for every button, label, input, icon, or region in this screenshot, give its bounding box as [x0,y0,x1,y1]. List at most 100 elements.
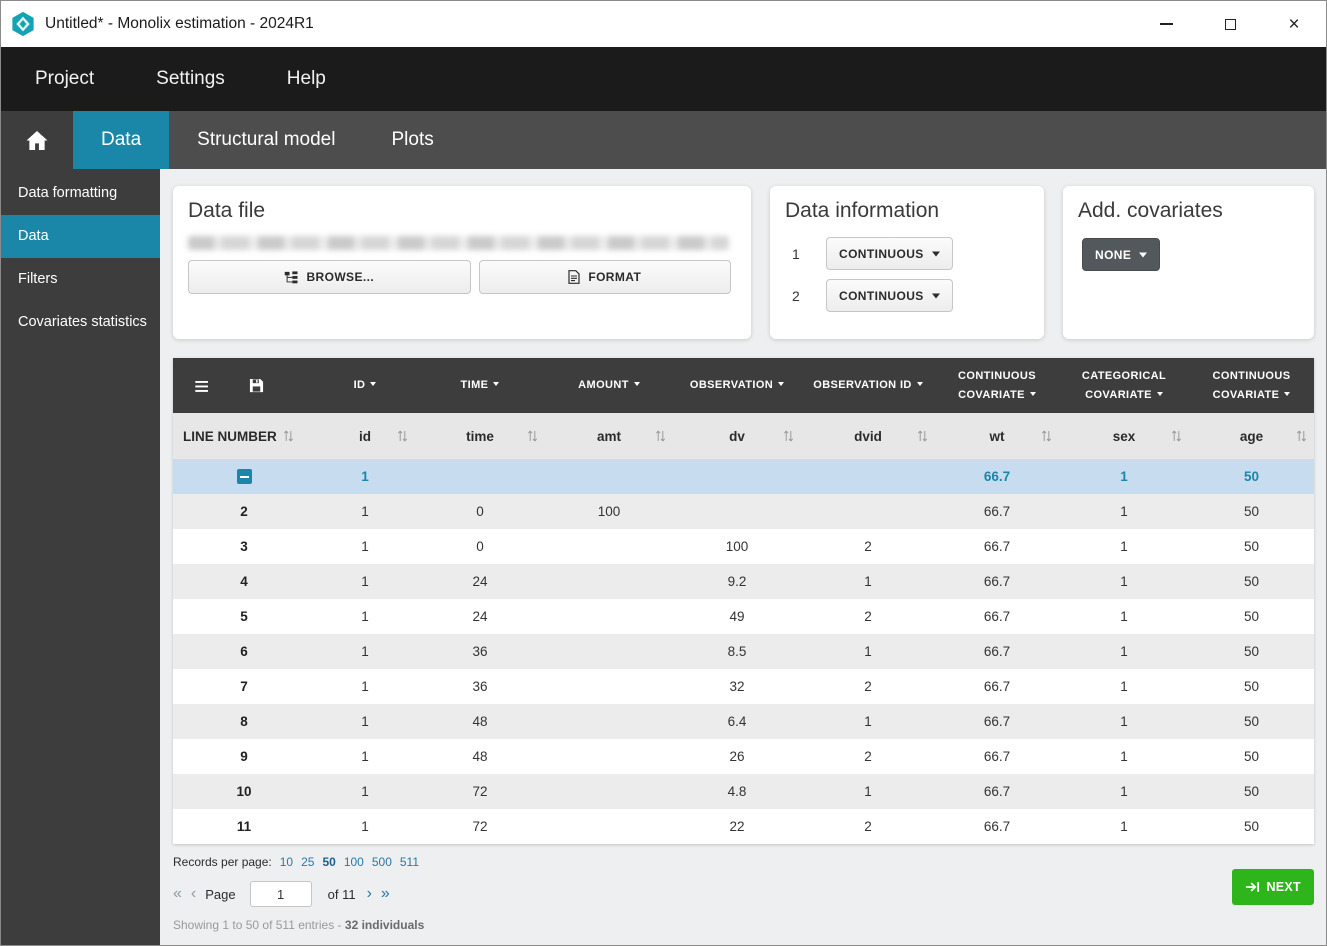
window-title: Untitled* - Monolix estimation - 2024R1 [45,15,314,32]
column-type-dropdown[interactable]: OBSERVATION ID [801,358,935,413]
records-per-page-option[interactable]: 25 [301,855,314,869]
page-number-input[interactable] [249,881,312,907]
records-per-page-options: 10 25 50 100 500 511 [280,855,419,869]
add-covariates-dropdown[interactable]: NONE [1082,238,1161,271]
table-row[interactable]: 8 1 48 6.4 1 66.7 1 50 [173,704,1314,739]
observation-type-dropdown[interactable]: CONTINUOUS [826,279,953,312]
column-type-dropdown[interactable]: TIME [415,358,545,413]
sort-icon[interactable] [1172,430,1181,442]
cell-id: 1 [361,714,369,729]
column-type-dropdown[interactable]: CONTINUOUS COVARIATE [935,358,1059,413]
sort-icon[interactable] [784,430,793,442]
close-button[interactable]: × [1262,1,1326,47]
records-per-page-option[interactable]: 100 [344,855,364,869]
table-row[interactable]: 2 1 0 100 66.7 1 50 [173,494,1314,529]
column-type-dropdown[interactable]: CONTINUOUS COVARIATE [1189,358,1314,413]
cell-id: 1 [361,469,369,484]
table-row[interactable]: 3 1 0 100 2 66.7 1 50 [173,529,1314,564]
minimize-button[interactable] [1134,1,1198,47]
records-per-page-option[interactable]: 50 [322,855,335,869]
browse-button[interactable]: BROWSE... [188,260,471,294]
save-icon[interactable] [249,378,264,393]
table-row[interactable]: 5 1 24 49 2 66.7 1 50 [173,599,1314,634]
cell-line-number: 9 [173,739,315,774]
sidebar: Data formatting Data Filters Covariates sta… [1,169,160,945]
chevron-down-icon [1156,391,1163,399]
cell-id: 1 [361,749,369,764]
column-type-dropdown[interactable]: ID [315,358,415,413]
sort-icon[interactable] [284,430,293,442]
table-row[interactable]: 11 1 72 22 2 66.7 1 50 [173,809,1314,844]
chevron-down-icon [1139,252,1148,262]
collapse-row-icon[interactable] [236,469,252,484]
cell-time: 36 [472,644,488,659]
format-button-label: FORMAT [588,270,642,284]
menu-item[interactable]: Settings [156,68,225,90]
cell-wt: 66.7 [983,749,1011,764]
column-header[interactable]: sex [1059,413,1189,459]
column-header[interactable]: id [315,413,415,459]
cell-dvid: 1 [864,714,872,729]
records-per-page-option[interactable]: 10 [280,855,293,869]
column-type-dropdown[interactable]: CATEGORICAL COVARIATE [1059,358,1189,413]
line-number-value: 8 [240,714,248,729]
cell-id: 1 [361,644,369,659]
tab[interactable]: Data [73,111,170,169]
prev-page-button[interactable]: ‹ [191,886,196,902]
cell-age: 50 [1243,679,1260,694]
column-type-label: CATEGORICAL COVARIATE [1081,369,1167,401]
table-row[interactable]: 1 66.7 1 50 [173,459,1314,494]
cell-time: 24 [472,609,488,624]
cell-amt [545,809,673,844]
table-row[interactable]: 9 1 48 26 2 66.7 1 50 [173,739,1314,774]
first-page-button[interactable]: « [173,886,182,902]
records-per-page-option[interactable]: 500 [372,855,392,869]
cell-wt: 66.7 [983,784,1011,799]
table-row[interactable]: 4 1 24 9.2 1 66.7 1 50 [173,564,1314,599]
cell-line-number: 8 [173,704,315,739]
window-controls: × [1134,1,1326,47]
last-page-button[interactable]: » [381,886,390,902]
tab[interactable]: Structural model [169,111,363,169]
table-row[interactable]: 7 1 36 32 2 66.7 1 50 [173,669,1314,704]
column-type-dropdown[interactable]: OBSERVATION [673,358,801,413]
observation-type-dropdown[interactable]: CONTINUOUS [826,237,953,270]
page-total-label: of 11 [327,886,356,902]
column-type-dropdown[interactable]: AMOUNT [545,358,673,413]
sort-icon[interactable] [1042,430,1051,442]
next-page-button[interactable]: › [367,886,372,902]
next-step-button[interactable]: NEXT [1232,869,1314,905]
data-information-title: Data information [785,199,940,222]
sort-icon[interactable] [1297,430,1306,442]
sidebar-item[interactable]: Filters [1,258,160,301]
format-button[interactable]: FORMAT [478,260,731,294]
hamburger-menu-icon[interactable]: ≡ [194,373,209,399]
sidebar-item[interactable]: Data [1,215,160,259]
cell-time: 0 [476,539,484,554]
table-toolbar: ≡ [173,358,315,413]
sort-icon[interactable] [398,430,407,442]
column-type-label: CONTINUOUS COVARIATE [1212,369,1291,401]
sort-icon[interactable] [528,430,537,442]
column-header[interactable]: age [1189,413,1314,459]
column-header[interactable]: wt [935,413,1059,459]
sort-icon[interactable] [918,430,927,442]
table-row[interactable]: 10 1 72 4.8 1 66.7 1 50 [173,774,1314,809]
menu-item[interactable]: Help [287,68,326,90]
menu-item[interactable]: Project [35,68,94,90]
maximize-button[interactable] [1198,1,1262,47]
column-header[interactable]: dvid [801,413,935,459]
tab[interactable]: Plots [363,111,461,169]
individuals-count: 32 individuals [344,918,425,932]
table-row[interactable]: 6 1 36 8.5 1 66.7 1 50 [173,634,1314,669]
home-icon [25,130,49,151]
column-header[interactable]: time [415,413,545,459]
records-per-page-option[interactable]: 511 [400,855,419,869]
sidebar-item[interactable]: Data formatting [1,172,160,215]
sidebar-item[interactable]: Covariates statistics [1,301,160,344]
sort-icon[interactable] [656,430,665,442]
column-header[interactable]: amt [545,413,673,459]
column-header[interactable]: LINE NUMBER [173,413,315,459]
column-header[interactable]: dv [673,413,801,459]
home-tab[interactable] [1,111,73,169]
